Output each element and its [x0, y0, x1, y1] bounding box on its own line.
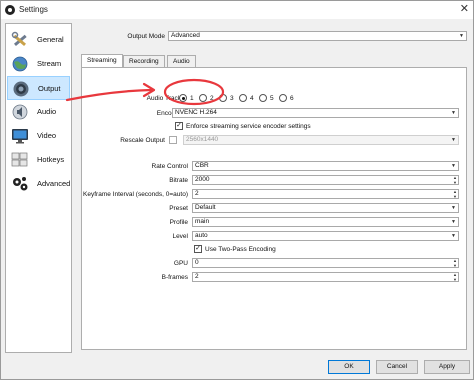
profile-value: main [195, 218, 210, 225]
audio-track-radio-5[interactable] [259, 94, 267, 102]
title-bar: Settings ✕ [1, 1, 473, 19]
bframes-spinbox[interactable]: 2 ▲ ▼ [192, 272, 459, 282]
rate-control-select[interactable]: CBR ▼ [192, 161, 459, 171]
streaming-panel: Audio Track 1 2 3 4 5 6 Encoder NVENC H.… [81, 67, 467, 350]
sidebar-item-label: Stream [37, 59, 62, 68]
bitrate-label: Bitrate [169, 177, 188, 184]
bitrate-spinbox[interactable]: 2000 ▲ ▼ [192, 175, 459, 185]
audio-track-radio-4[interactable] [239, 94, 247, 102]
close-icon[interactable]: ✕ [460, 3, 469, 15]
chevron-down-icon: ▼ [451, 219, 456, 225]
apply-button[interactable]: Apply [424, 360, 470, 374]
rescale-output-label: Rescale Output [120, 137, 165, 144]
chevron-down-icon: ▼ [459, 33, 464, 39]
sidebar-item-audio[interactable]: Audio [7, 100, 70, 124]
profile-select[interactable]: main ▼ [192, 217, 459, 227]
preset-value: Default [195, 204, 216, 211]
rescale-resolution-value: 2560x1440 [186, 136, 219, 143]
bframes-value: 2 [195, 273, 199, 280]
preset-label: Preset [169, 205, 188, 212]
ok-button[interactable]: OK [328, 360, 370, 374]
cancel-button[interactable]: Cancel [376, 360, 418, 374]
sidebar-item-advanced[interactable]: Advanced [7, 172, 70, 196]
sidebar-item-output[interactable]: Output [7, 76, 70, 100]
two-pass-label: Use Two-Pass Encoding [205, 246, 276, 253]
keyframe-interval-value: 2 [195, 190, 199, 197]
obs-logo-icon [5, 5, 15, 15]
encoder-value: NVENC H.264 [175, 109, 217, 116]
chevron-down-icon: ▼ [451, 233, 456, 239]
audio-track-radio-2[interactable] [199, 94, 207, 102]
chevron-down-icon: ▼ [451, 163, 456, 169]
sidebar-item-label: Advanced [37, 179, 71, 188]
gpu-label: GPU [173, 260, 188, 267]
level-select[interactable]: auto ▼ [192, 231, 459, 241]
chevron-down-icon: ▼ [451, 110, 456, 116]
enforce-checkbox[interactable]: ✓ [175, 122, 183, 130]
audio-track-option-label: 3 [230, 95, 234, 102]
tab-streaming[interactable]: Streaming [81, 54, 123, 68]
sidebar-item-label: General [37, 35, 64, 44]
keyframe-interval-label: Keyframe Interval (seconds, 0=auto) [83, 191, 188, 198]
output-mode-value: Advanced [171, 32, 200, 39]
audio-track-radio-6[interactable] [279, 94, 287, 102]
rescale-resolution-select[interactable]: 2560x1440 ▼ [183, 135, 459, 145]
gpu-value: 0 [195, 259, 199, 266]
profile-label: Profile [169, 219, 188, 226]
encoder-select[interactable]: NVENC H.264 ▼ [172, 108, 459, 118]
chevron-down-icon: ▼ [451, 137, 456, 143]
wrench-screwdriver-icon [11, 31, 27, 47]
audio-track-option-label: 5 [270, 95, 274, 102]
audio-track-radio-1[interactable] [179, 94, 187, 102]
output-mode-label: Output Mode [127, 33, 165, 40]
keyboard-icon [11, 152, 28, 167]
audio-track-option-label: 6 [290, 95, 294, 102]
tab-audio[interactable]: Audio [167, 55, 196, 67]
rate-control-label: Rate Control [151, 163, 189, 170]
settings-sidebar: General Stream Output Audio Video Hotkey… [5, 23, 72, 353]
rate-control-value: CBR [195, 162, 209, 169]
audio-track-option-label: 2 [210, 95, 214, 102]
sidebar-item-general[interactable]: General [7, 28, 70, 52]
level-value: auto [195, 232, 208, 239]
chevron-down-icon: ▼ [451, 205, 456, 211]
bframes-label: B-frames [161, 274, 188, 281]
audio-icon [12, 104, 28, 120]
monitor-icon [12, 129, 28, 144]
sidebar-item-label: Output [38, 84, 61, 93]
output-mode-select[interactable]: Advanced ▼ [168, 31, 467, 41]
audio-track-label: Audio Track [146, 95, 181, 102]
sidebar-item-label: Video [37, 131, 57, 140]
settings-content: Output Mode Advanced ▼ Streaming Recordi… [75, 23, 471, 353]
bitrate-value: 2000 [195, 176, 210, 183]
spin-arrows-icon[interactable]: ▲ ▼ [453, 258, 457, 268]
speaker-icon [13, 81, 29, 97]
audio-track-option-label: 1 [190, 95, 194, 102]
window-title: Settings [19, 5, 48, 14]
spin-arrows-icon[interactable]: ▲ ▼ [453, 175, 457, 185]
enforce-label: Enforce streaming service encoder settin… [186, 123, 311, 130]
tab-recording[interactable]: Recording [123, 55, 165, 67]
sidebar-item-label: Hotkeys [37, 155, 65, 164]
gears-icon [13, 177, 28, 191]
sidebar-item-stream[interactable]: Stream [7, 52, 70, 76]
globe-icon [12, 56, 28, 72]
sidebar-item-label: Audio [37, 107, 57, 116]
keyframe-interval-spinbox[interactable]: 2 ▲ ▼ [192, 189, 459, 199]
audio-track-radio-3[interactable] [219, 94, 227, 102]
spin-arrows-icon[interactable]: ▲ ▼ [453, 189, 457, 199]
sidebar-item-video[interactable]: Video [7, 124, 70, 148]
settings-window: Settings ✕ General Stream Output Audio V… [0, 0, 474, 380]
two-pass-checkbox[interactable]: ✓ [194, 245, 202, 253]
preset-select[interactable]: Default ▼ [192, 203, 459, 213]
level-label: Level [172, 233, 188, 240]
audio-track-option-label: 4 [250, 95, 254, 102]
rescale-output-checkbox[interactable] [169, 136, 177, 144]
sidebar-item-hotkeys[interactable]: Hotkeys [7, 148, 70, 172]
spin-arrows-icon[interactable]: ▲ ▼ [453, 272, 457, 282]
gpu-spinbox[interactable]: 0 ▲ ▼ [192, 258, 459, 268]
